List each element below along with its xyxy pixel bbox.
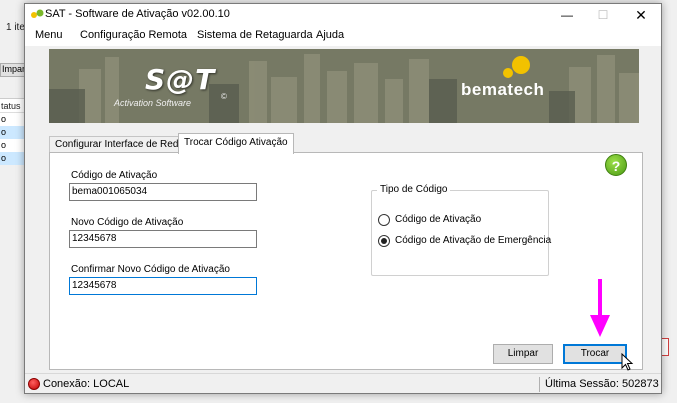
sat-logo: S@T bbox=[145, 63, 216, 96]
bematech-logo-icon bbox=[503, 56, 530, 78]
radio-activation-code[interactable] bbox=[378, 214, 390, 226]
radio-activation-code-label[interactable]: Código de Ativação bbox=[395, 214, 481, 225]
background-item-count: 1 ite bbox=[6, 22, 25, 33]
background-list-header: tatus bbox=[0, 99, 26, 113]
current-code-field[interactable]: bema001065034 bbox=[69, 183, 257, 201]
background-clear-button[interactable]: Impar bbox=[0, 63, 26, 77]
list-item[interactable]: o bbox=[0, 152, 26, 165]
list-item[interactable]: o bbox=[0, 139, 26, 152]
clear-button[interactable]: Limpar bbox=[493, 344, 553, 364]
last-session: Última Sessão: 502873 bbox=[545, 378, 659, 390]
menu-bar: Menu Configuração Remota Sistema de Reta… bbox=[25, 26, 661, 46]
annotation-arrow-icon bbox=[590, 315, 610, 337]
minimize-button[interactable]: — bbox=[549, 4, 585, 26]
city-skyline-image bbox=[49, 49, 639, 123]
radio-emergency-code-label[interactable]: Código de Ativação de Emergência bbox=[395, 235, 551, 246]
bematech-brand: bematech bbox=[461, 80, 545, 99]
radio-emergency-code[interactable] bbox=[378, 235, 390, 247]
registered-mark: © bbox=[221, 92, 227, 101]
menu-item-remote-config[interactable]: Configuração Remota bbox=[80, 29, 187, 41]
new-code-field[interactable]: 12345678 bbox=[69, 230, 257, 248]
title-bar[interactable]: SAT - Software de Ativação v02.00.10 — ☐… bbox=[25, 4, 661, 26]
swap-button[interactable]: Trocar bbox=[563, 344, 627, 364]
annotation-arrow-shaft bbox=[598, 279, 602, 317]
menu-item-help[interactable]: Ajuda bbox=[316, 29, 344, 41]
sat-window: SAT - Software de Ativação v02.00.10 — ☐… bbox=[24, 3, 662, 394]
background-list: tatus o o o o bbox=[0, 98, 26, 165]
menu-item-menu[interactable]: Menu bbox=[35, 29, 63, 41]
tab-swap-activation-code[interactable]: Trocar Código Ativação bbox=[178, 133, 294, 154]
list-item[interactable]: o bbox=[0, 126, 26, 139]
current-code-label: Código de Ativação bbox=[71, 170, 158, 181]
confirm-code-field[interactable]: 12345678 bbox=[69, 277, 257, 295]
window-title: SAT - Software de Ativação v02.00.10 bbox=[45, 8, 230, 20]
mouse-cursor-icon bbox=[621, 353, 634, 371]
close-button[interactable]: ✕ bbox=[623, 4, 659, 26]
status-bar: Conexão: LOCAL Última Sessão: 502873 bbox=[25, 373, 661, 393]
sat-app-icon bbox=[31, 9, 44, 18]
connection-status-icon bbox=[28, 378, 40, 390]
connection-status: Conexão: LOCAL bbox=[43, 378, 130, 390]
sat-banner: S@T Activation Software © bematech bbox=[49, 49, 639, 123]
tab-network-interface[interactable]: Configurar Interface de Rede bbox=[49, 136, 190, 153]
list-item[interactable]: o bbox=[0, 113, 26, 126]
new-code-label: Novo Código de Ativação bbox=[71, 217, 184, 228]
code-type-title: Tipo de Código bbox=[377, 184, 451, 195]
maximize-button[interactable]: ☐ bbox=[585, 4, 621, 26]
code-type-group bbox=[371, 190, 549, 276]
help-icon[interactable]: ? bbox=[605, 154, 627, 176]
sat-logo-subtitle: Activation Software bbox=[114, 98, 192, 108]
status-separator bbox=[539, 377, 540, 392]
menu-item-retaguarda[interactable]: Sistema de Retaguarda bbox=[197, 29, 313, 41]
confirm-code-label: Confirmar Novo Código de Ativação bbox=[71, 264, 230, 275]
